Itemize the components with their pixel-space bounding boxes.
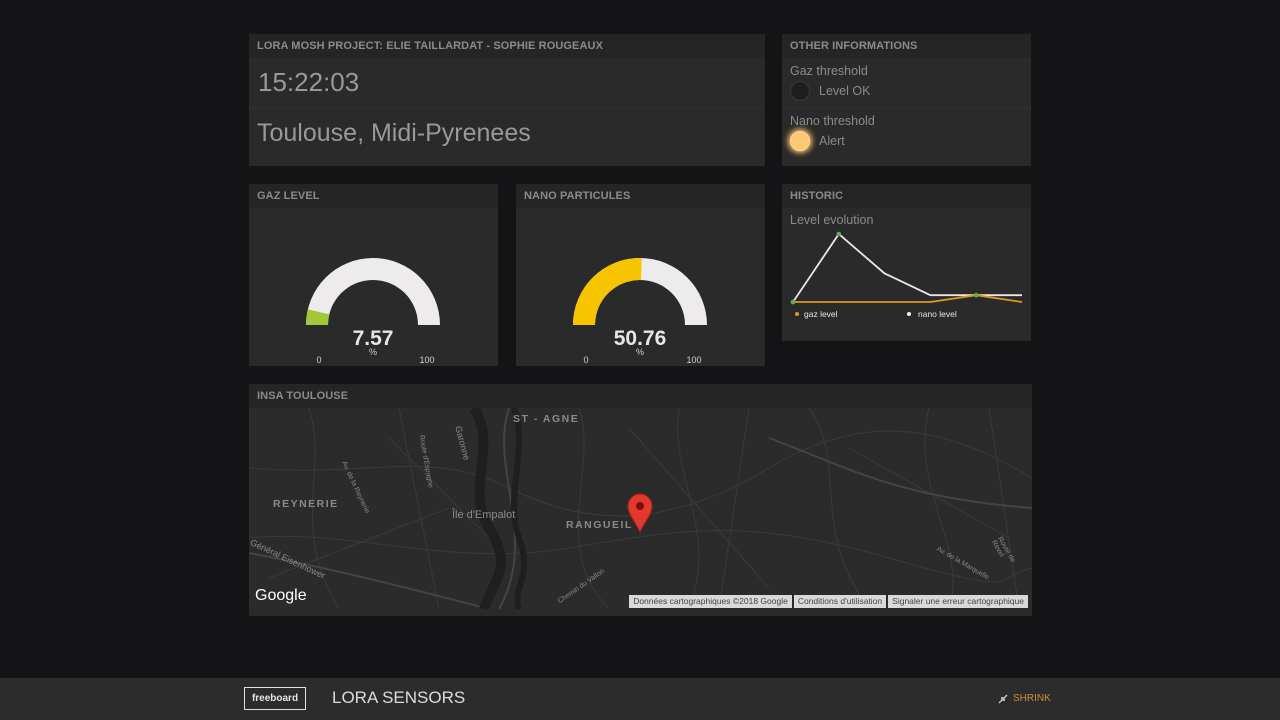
legend-label-gaz: gaz level xyxy=(804,309,838,319)
gaz-level-pane: GAZ LEVEL 7.57 % 0 100 xyxy=(249,184,498,366)
indicator-state: Alert xyxy=(819,134,845,148)
gaz-gauge: 7.57 % 0 100 xyxy=(306,258,440,365)
pane-title: HISTORIC xyxy=(782,184,1031,208)
report-error-link[interactable]: Signaler une erreur cartographique xyxy=(888,595,1028,608)
map-pane: INSA TOULOUSE ST - AGNE REYNERIE RANGUEI… xyxy=(249,384,1032,616)
google-logo: Google xyxy=(255,587,307,604)
indicator-light xyxy=(790,81,810,101)
gauge-max: 100 xyxy=(686,355,701,365)
legend-marker-gaz xyxy=(795,312,799,316)
terms-link[interactable]: Conditions d'utilisation xyxy=(793,595,887,608)
historic-chart: gaz level nano level xyxy=(790,231,1023,319)
pane-title: INSA TOULOUSE xyxy=(249,384,1032,408)
legend-marker-nano xyxy=(907,312,911,316)
indicator-light xyxy=(790,131,810,151)
pane-title: OTHER INFORMATIONS xyxy=(782,34,1031,58)
freeboard-logo[interactable]: freeboard xyxy=(244,687,306,710)
shrink-button[interactable]: SHRINK xyxy=(998,693,1051,704)
indicator-label: Nano threshold xyxy=(790,114,875,128)
map-label: ST - AGNE xyxy=(513,413,580,425)
clock-text: 15:22:03 xyxy=(258,67,360,97)
board-title: LORA SENSORS xyxy=(332,688,466,707)
gauge-max: 100 xyxy=(419,355,434,365)
bottom-bar: freeboard LORA SENSORS SHRINK xyxy=(0,678,1280,720)
data-point[interactable] xyxy=(836,231,842,237)
gauge-min: 0 xyxy=(583,355,588,365)
nano-gauge: 50.76 % 0 100 xyxy=(573,258,707,365)
nano-particules-pane: NANO PARTICULES 50.76 % 0 100 xyxy=(516,184,765,366)
chart-subtitle: Level evolution xyxy=(790,213,874,227)
other-info-pane: OTHER INFORMATIONS Gaz threshold Level O… xyxy=(782,34,1031,166)
shrink-label: SHRINK xyxy=(1013,693,1051,704)
project-pane: LORA MOSH PROJECT: ELIE TAILLARDAT - SOP… xyxy=(249,34,765,166)
indicator-state: Level OK xyxy=(819,84,871,98)
indicator-label: Gaz threshold xyxy=(790,64,868,78)
map-label: Île d'Empalot xyxy=(452,509,516,521)
shrink-icon xyxy=(998,694,1008,703)
gauge-units: % xyxy=(369,347,377,357)
map-data-credit: Données cartographiques ©2018 Google xyxy=(629,595,792,608)
indicator-gaz: Gaz threshold Level OK xyxy=(782,58,1031,107)
gauge-min: 0 xyxy=(316,355,321,365)
data-point[interactable] xyxy=(973,292,979,298)
historic-pane: HISTORIC Level evolution gaz level nano … xyxy=(782,184,1031,341)
map-label: RANGUEIL xyxy=(566,519,633,531)
pane-title: NANO PARTICULES xyxy=(516,184,765,208)
pane-title: LORA MOSH PROJECT: ELIE TAILLARDAT - SOP… xyxy=(249,34,765,58)
pane-title: GAZ LEVEL xyxy=(249,184,498,208)
map-view[interactable]: ST - AGNE REYNERIE RANGUEIL Île d'Empalo… xyxy=(249,408,1032,609)
location-text: Toulouse, Midi-Pyrenees xyxy=(249,108,765,165)
series-line-nano-level xyxy=(792,232,1022,303)
indicator-nano: Nano threshold Alert xyxy=(782,107,1031,157)
legend-label-nano: nano level xyxy=(918,309,957,319)
map-footer: Données cartographiques ©2018 Google Con… xyxy=(627,595,1028,608)
map-label: REYNERIE xyxy=(273,498,339,510)
gauge-fill xyxy=(573,258,642,325)
series-line-gaz-level xyxy=(793,294,1023,303)
chart-legend: gaz level nano level xyxy=(795,309,957,319)
data-point[interactable] xyxy=(790,299,796,305)
gauge-units: % xyxy=(636,347,644,357)
